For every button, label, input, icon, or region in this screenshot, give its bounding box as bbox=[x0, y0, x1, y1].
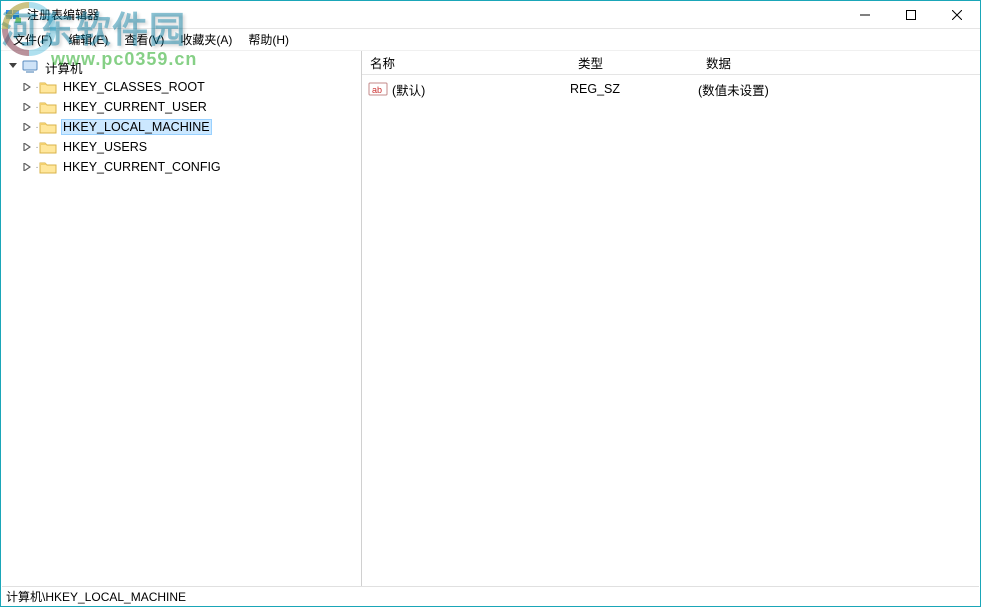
status-bar: 计算机\HKEY_LOCAL_MACHINE bbox=[2, 586, 979, 605]
list-header: 名称 类型 数据 bbox=[362, 51, 980, 75]
title-bar: 注册表编辑器 bbox=[1, 1, 980, 29]
cell-type: REG_SZ bbox=[570, 82, 698, 96]
tree-item[interactable]: ·HKEY_CURRENT_USER bbox=[21, 97, 361, 117]
maximize-button[interactable] bbox=[888, 1, 934, 29]
svg-text:ab: ab bbox=[372, 85, 382, 95]
tree-item-label[interactable]: HKEY_LOCAL_MACHINE bbox=[61, 119, 212, 135]
list-pane[interactable]: 名称 类型 数据 ab (默认)REG_SZ(数值未设置) bbox=[362, 51, 980, 588]
minimize-button[interactable] bbox=[842, 1, 888, 29]
column-type[interactable]: 类型 bbox=[570, 53, 698, 72]
tree-item[interactable]: ·HKEY_CLASSES_ROOT bbox=[21, 77, 361, 97]
tree-item[interactable]: ·HKEY_CURRENT_CONFIG bbox=[21, 157, 361, 177]
tree-pane[interactable]: 计算机 ·HKEY_CLASSES_ROOT·HKEY_CURRENT_USER… bbox=[1, 51, 362, 588]
expand-icon[interactable] bbox=[21, 121, 33, 133]
close-button[interactable] bbox=[934, 1, 980, 29]
column-name[interactable]: 名称 bbox=[362, 53, 570, 72]
cell-name: (默认) bbox=[392, 80, 570, 99]
menu-help[interactable]: 帮助(H) bbox=[240, 29, 297, 50]
collapse-icon[interactable] bbox=[7, 61, 19, 73]
tree-root-label[interactable]: 计算机 bbox=[43, 57, 85, 78]
tree-item[interactable]: ·HKEY_USERS bbox=[21, 137, 361, 157]
list-row[interactable]: ab (默认)REG_SZ(数值未设置) bbox=[362, 79, 980, 99]
expand-icon[interactable] bbox=[21, 141, 33, 153]
tree-item-label[interactable]: HKEY_USERS bbox=[61, 139, 149, 155]
expand-icon[interactable] bbox=[21, 81, 33, 93]
computer-icon bbox=[21, 60, 39, 74]
status-path: 计算机\HKEY_LOCAL_MACHINE bbox=[6, 588, 186, 605]
cell-data: (数值未设置) bbox=[698, 80, 980, 99]
tree-item-label[interactable]: HKEY_CURRENT_USER bbox=[61, 99, 209, 115]
string-value-icon: ab bbox=[368, 81, 388, 97]
menu-edit[interactable]: 编辑(E) bbox=[60, 29, 116, 50]
tree-item-label[interactable]: HKEY_CURRENT_CONFIG bbox=[61, 159, 223, 175]
menu-bar: 文件(F) 编辑(E) 查看(V) 收藏夹(A) 帮助(H) bbox=[1, 29, 980, 51]
menu-file[interactable]: 文件(F) bbox=[5, 29, 60, 50]
expand-icon[interactable] bbox=[21, 101, 33, 113]
menu-view[interactable]: 查看(V) bbox=[116, 29, 172, 50]
expand-icon[interactable] bbox=[21, 161, 33, 173]
tree-root-row[interactable]: 计算机 bbox=[7, 57, 361, 77]
window-title: 注册表编辑器 bbox=[27, 6, 99, 23]
column-data[interactable]: 数据 bbox=[698, 53, 980, 72]
tree-item-label[interactable]: HKEY_CLASSES_ROOT bbox=[61, 79, 207, 95]
menu-fav[interactable]: 收藏夹(A) bbox=[172, 29, 240, 50]
app-icon bbox=[5, 7, 21, 23]
tree-item[interactable]: ·HKEY_LOCAL_MACHINE bbox=[21, 117, 361, 137]
